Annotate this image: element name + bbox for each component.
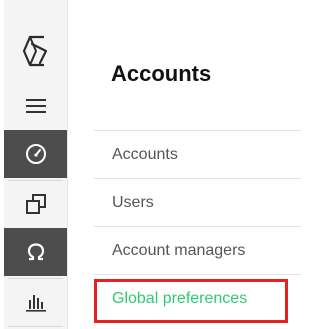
menu-item-users[interactable]: Users <box>94 178 301 226</box>
menu-icon <box>25 99 46 113</box>
page-title: Accounts <box>111 61 212 86</box>
highlight-box <box>94 279 288 323</box>
sidebar-rail <box>4 0 68 329</box>
menu-item-account-managers[interactable]: Account managers <box>94 226 301 274</box>
copy-windows-icon <box>25 194 46 214</box>
bar-chart-icon <box>25 295 46 312</box>
brand-logo[interactable] <box>4 28 67 74</box>
sidebar-divider <box>8 180 63 181</box>
sidebar-divider <box>8 278 63 279</box>
sidebar-item-dashboard[interactable] <box>4 130 67 178</box>
menu-item-accounts[interactable]: Accounts <box>94 130 301 178</box>
app-frame: Accounts Accounts Users Account managers… <box>0 0 328 329</box>
sidebar-divider <box>8 326 63 327</box>
brand-logo-icon <box>22 35 47 67</box>
sidebar-item-accounts[interactable] <box>4 228 67 276</box>
dashboard-gauge-icon <box>25 144 46 164</box>
sidebar-item-menu[interactable] <box>4 86 67 126</box>
omega-icon <box>27 243 44 261</box>
sidebar-item-reports[interactable] <box>4 282 67 322</box>
sidebar-item-windows[interactable] <box>4 182 67 226</box>
